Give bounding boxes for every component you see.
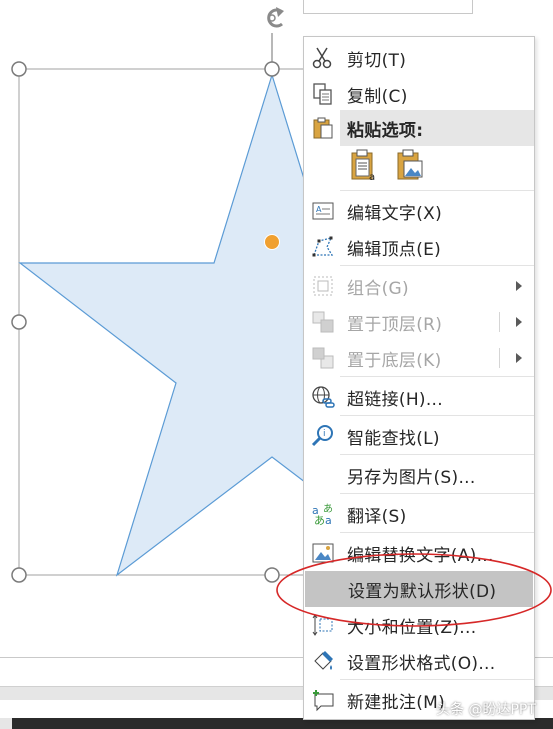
menu-item-save-as-picture[interactable]: 另存为图片(S)... — [304, 457, 534, 493]
menu-item-label: 复制(C) — [347, 86, 408, 107]
menu-item-label: 超链接(H)... — [347, 389, 443, 410]
context-menu: 剪切(T) 复制(C) 粘贴选项: a A 编辑文字(X) 编辑顶点(E) 组合… — [303, 36, 535, 720]
menu-item-label: 设置为默认形状(D) — [348, 581, 497, 602]
submenu-arrow-icon — [516, 353, 522, 363]
menu-item-translate[interactable]: aああa 翻译(S) — [304, 496, 534, 532]
menu-item-label: 组合(G) — [347, 278, 409, 299]
menu-separator — [340, 679, 534, 680]
send-to-back-icon — [311, 346, 335, 370]
menu-item-size-position[interactable]: 大小和位置(Z)... — [304, 607, 534, 643]
svg-text:A: A — [316, 205, 322, 214]
resize-handle-bottom-left[interactable] — [11, 567, 27, 583]
svg-text:あ: あ — [314, 514, 325, 526]
rotate-handle-icon[interactable] — [267, 7, 284, 28]
watermark-text: 头条 @盼达PPT — [436, 702, 536, 718]
format-shape-icon — [311, 649, 335, 673]
svg-text:a: a — [369, 172, 375, 183]
menu-item-cut[interactable]: 剪切(T) — [304, 40, 534, 76]
menu-item-label: 翻译(S) — [347, 506, 407, 527]
resize-handle-bottom[interactable] — [264, 567, 280, 583]
menu-item-label: 剪切(T) — [347, 50, 407, 71]
adjust-handle[interactable] — [264, 234, 280, 250]
resize-handle-top-left[interactable] — [11, 61, 27, 77]
menu-item-label: 大小和位置(Z)... — [347, 617, 477, 638]
submenu-arrow-icon — [516, 317, 522, 327]
menu-separator — [340, 532, 534, 533]
menu-item-bring-to-front[interactable]: 置于顶层(R) — [304, 304, 534, 340]
menu-item-label: 设置形状格式(O)... — [347, 653, 496, 674]
menu-item-label: 编辑顶点(E) — [347, 239, 442, 260]
clipboard-icon — [311, 116, 335, 140]
menu-separator — [340, 190, 534, 191]
menu-item-label: 另存为图片(S)... — [347, 467, 476, 488]
resize-handle-top[interactable] — [264, 61, 280, 77]
submenu-arrow-icon — [516, 281, 522, 291]
menu-item-label: 置于底层(K) — [347, 350, 442, 371]
smart-lookup-icon: i — [311, 424, 335, 448]
menu-item-group[interactable]: 组合(G) — [304, 268, 534, 304]
menu-item-set-default-shape[interactable]: 设置为默认形状(D) — [305, 571, 533, 607]
scissors-icon — [311, 46, 335, 70]
menu-item-send-to-back[interactable]: 置于底层(K) — [304, 340, 534, 376]
menu-item-edit-points[interactable]: 编辑顶点(E) — [304, 229, 534, 265]
menu-separator — [340, 415, 534, 416]
copy-icon — [311, 82, 335, 106]
menu-item-label: 编辑文字(X) — [347, 203, 443, 224]
translate-icon: aああa — [311, 502, 335, 526]
menu-item-edit-alt-text[interactable]: 编辑替换文字(A)... — [304, 535, 534, 571]
new-comment-icon — [311, 688, 335, 712]
paste-keep-text-icon[interactable]: a — [348, 147, 382, 183]
paste-picture-icon[interactable] — [394, 147, 428, 183]
edit-points-icon — [311, 235, 335, 259]
bring-to-front-icon — [311, 310, 335, 334]
menu-separator — [340, 493, 534, 494]
slide-canvas: 剪切(T) 复制(C) 粘贴选项: a A 编辑文字(X) 编辑顶点(E) 组合… — [0, 0, 553, 729]
menu-item-label: 粘贴选项: — [347, 120, 424, 141]
menu-separator — [340, 265, 534, 266]
svg-text:i: i — [323, 429, 326, 439]
edit-text-icon: A — [311, 199, 335, 223]
menu-item-format-shape[interactable]: 设置形状格式(O)... — [304, 643, 534, 679]
size-position-icon — [311, 613, 335, 637]
menu-separator — [340, 376, 534, 377]
group-icon — [311, 274, 335, 298]
menu-separator — [340, 454, 534, 455]
svg-text:a: a — [325, 514, 332, 526]
paste-options-header: 粘贴选项: — [313, 110, 534, 146]
menu-item-label: 置于顶层(R) — [347, 314, 443, 335]
menu-item-smart-lookup[interactable]: i 智能查找(L) — [304, 418, 534, 454]
resize-handle-left[interactable] — [11, 314, 27, 330]
menu-item-label: 新建批注(M) — [347, 692, 446, 713]
hyperlink-icon — [311, 385, 335, 409]
menu-item-copy[interactable]: 复制(C) — [304, 76, 534, 112]
menu-item-hyperlink[interactable]: 超链接(H)... — [304, 379, 534, 415]
menu-item-label: 编辑替换文字(A)... — [347, 545, 494, 566]
menu-item-edit-text[interactable]: A 编辑文字(X) — [304, 193, 534, 229]
alt-text-icon — [311, 541, 335, 565]
menu-item-label: 智能查找(L) — [347, 428, 440, 449]
